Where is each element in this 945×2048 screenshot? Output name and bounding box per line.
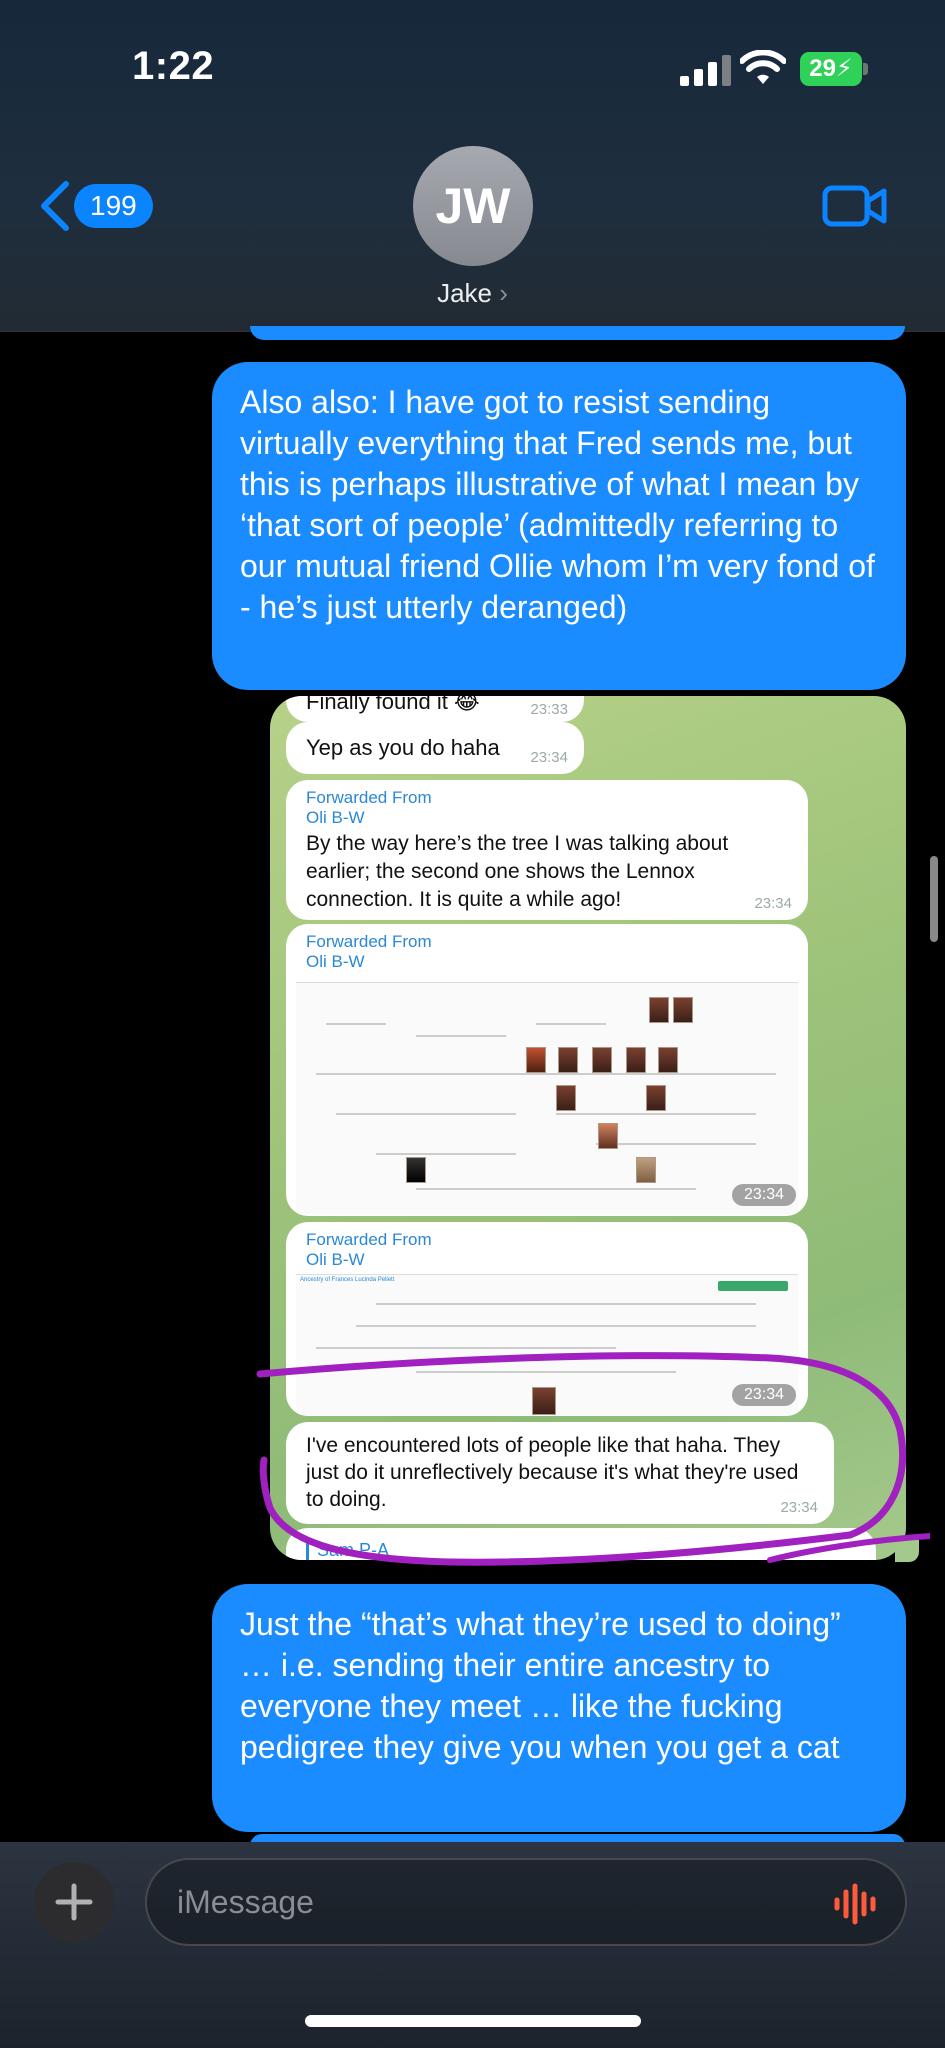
conversation-header: 1:22 29⚡ 199 JW Jake › bbox=[0, 0, 945, 332]
avatar[interactable]: JW bbox=[413, 146, 533, 266]
wifi-icon bbox=[740, 50, 786, 84]
telegram-message-text: Finally found it 😂 bbox=[306, 696, 480, 714]
scrollbar[interactable] bbox=[930, 856, 938, 942]
back-button[interactable]: 199 bbox=[38, 178, 158, 234]
message-field[interactable] bbox=[145, 1858, 907, 1946]
telegram-timestamp: 23:34 bbox=[530, 749, 568, 766]
forwarded-name: Oli B-W bbox=[306, 1250, 365, 1269]
forwarded-name: Oli B-W bbox=[306, 952, 365, 971]
battery-level: 29 bbox=[809, 55, 836, 82]
home-indicator[interactable] bbox=[305, 2015, 641, 2027]
forwarded-name: Oli B-W bbox=[306, 808, 365, 827]
voice-waveform-icon[interactable] bbox=[833, 1882, 879, 1926]
cellular-signal-icon bbox=[680, 55, 731, 86]
image-timestamp: 23:34 bbox=[731, 1184, 796, 1206]
forwarded-label: Forwarded From bbox=[306, 788, 432, 807]
ancestry-chart-title: Ancestry of Frances Lucinda Pellett bbox=[300, 1277, 395, 1283]
apps-button[interactable] bbox=[34, 1862, 114, 1942]
video-call-icon[interactable] bbox=[822, 182, 888, 230]
unread-count-badge: 199 bbox=[74, 184, 153, 228]
contact-name-label: Jake bbox=[437, 278, 492, 308]
plus-icon bbox=[55, 1883, 93, 1921]
pdf-button bbox=[718, 1281, 788, 1291]
telegram-timestamp: 23:34 bbox=[754, 895, 792, 912]
chevron-right-icon: › bbox=[499, 278, 508, 308]
telegram-message: Finally found it 😂 23:33 bbox=[286, 696, 584, 722]
sent-message-bubble[interactable]: Just the “that’s what they’re used to do… bbox=[212, 1584, 906, 1832]
previous-message-bubble bbox=[250, 326, 905, 340]
telegram-forwarded-message: Forwarded From Oli B-W By the way here’s… bbox=[286, 780, 808, 920]
telegram-message: Yep as you do haha 23:34 bbox=[286, 722, 584, 774]
forwarded-label: Forwarded From bbox=[306, 932, 432, 951]
chevron-left-icon bbox=[41, 181, 69, 231]
status-time: 1:22 bbox=[132, 44, 215, 88]
message-input[interactable] bbox=[177, 1878, 817, 1926]
sent-message-bubble[interactable]: Also also: I have got to resist sending … bbox=[212, 362, 906, 690]
battery-icon: 29⚡ bbox=[800, 52, 868, 86]
telegram-forwarded-image: Forwarded From Oli B-W 23:34 bbox=[286, 924, 808, 1216]
forwarded-label: Forwarded From bbox=[306, 1230, 432, 1249]
telegram-timestamp: 23:33 bbox=[530, 701, 568, 718]
hand-drawn-circle-annotation bbox=[256, 1352, 930, 1566]
family-tree-image bbox=[296, 982, 798, 1214]
telegram-message-text: By the way here’s the tree I was talking… bbox=[306, 832, 729, 911]
telegram-message-text: Yep as you do haha bbox=[306, 735, 500, 760]
contact-name[interactable]: Jake › bbox=[0, 278, 945, 309]
